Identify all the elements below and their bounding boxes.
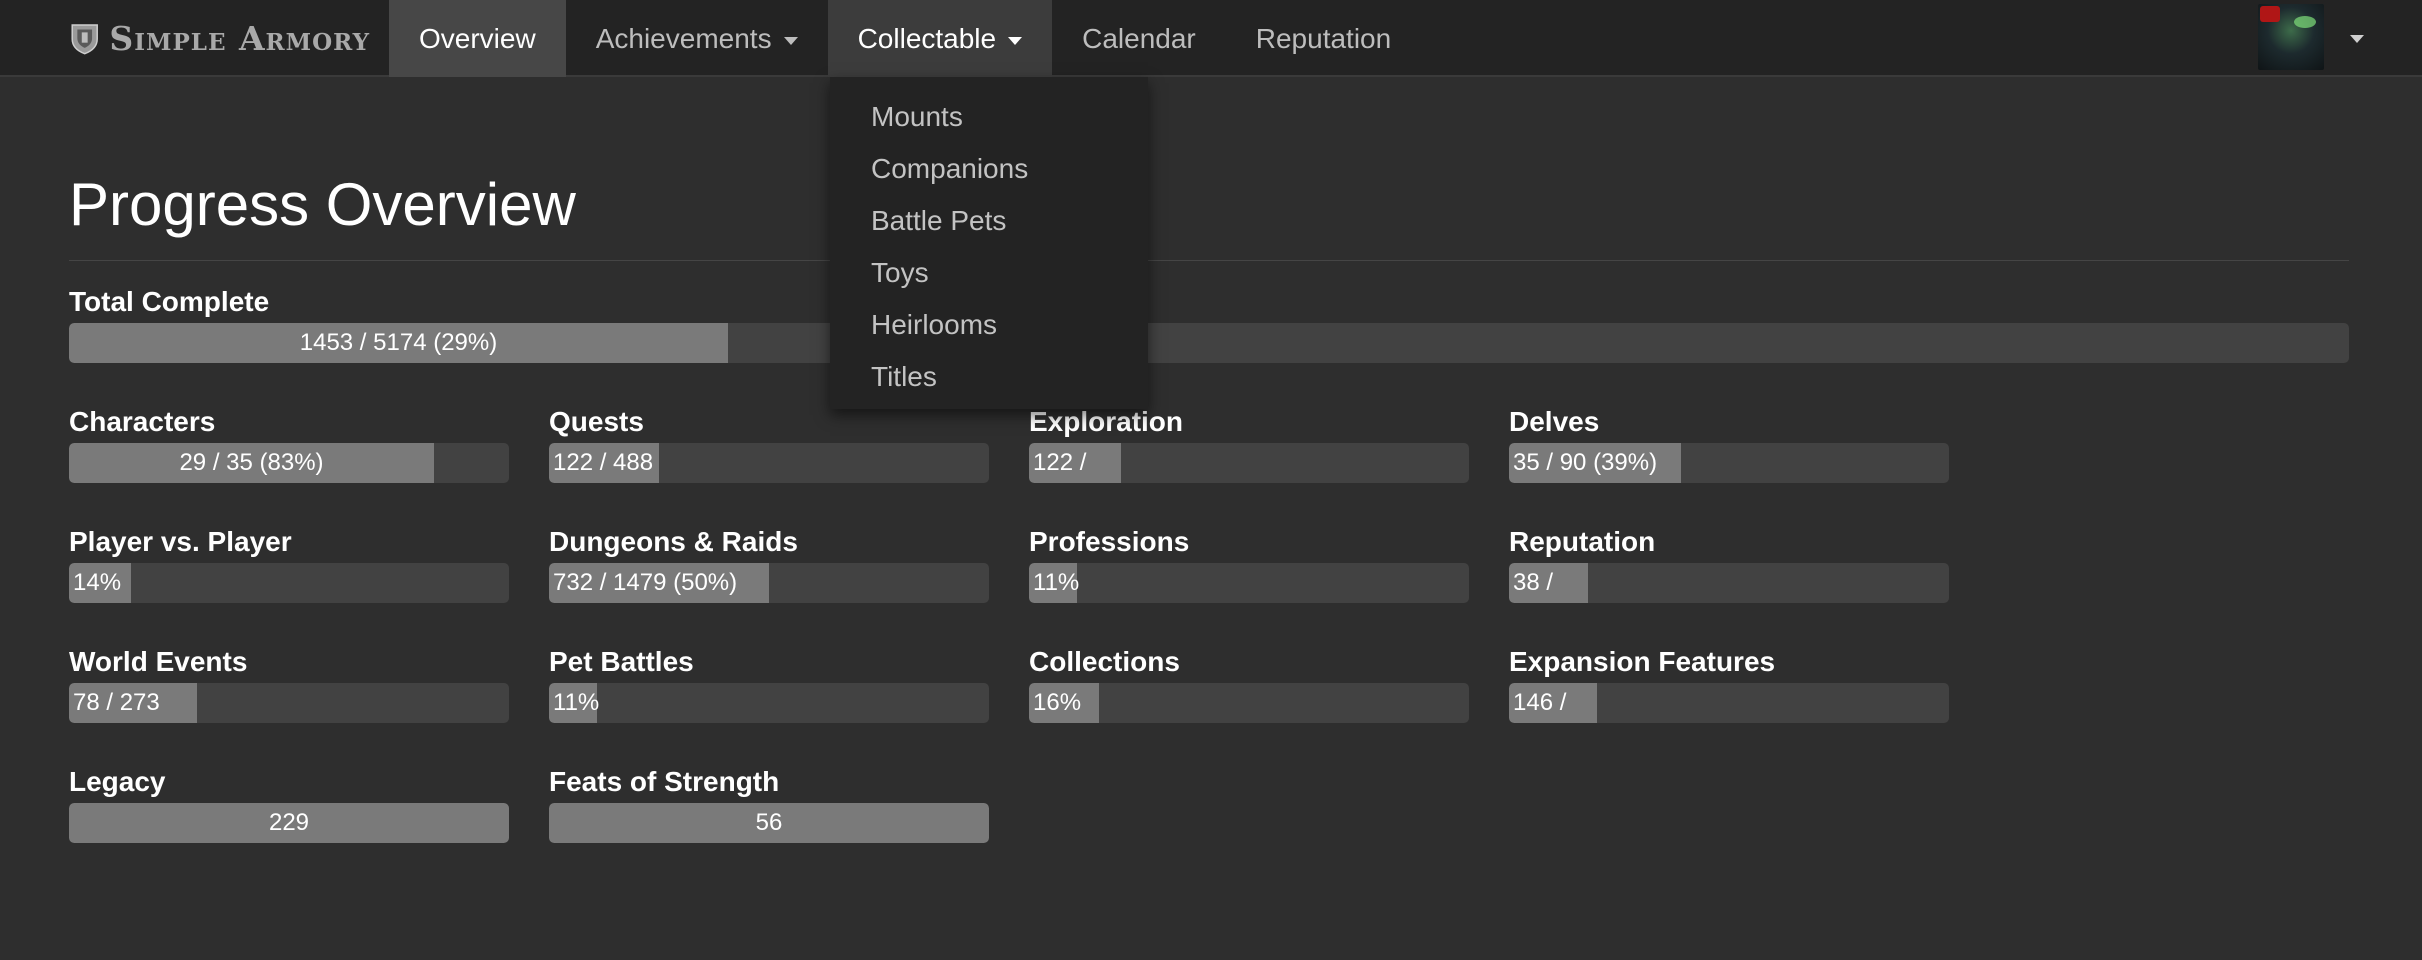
stat-label-characters: Characters — [69, 406, 216, 437]
nav-item-overview[interactable]: Overview — [389, 0, 566, 77]
progress-text: 14% — [73, 569, 122, 596]
progress-text: 11% — [1033, 569, 1080, 596]
total-complete-label: Total Complete — [69, 286, 270, 317]
nav-item-collectable[interactable]: Collectable — [827, 0, 1053, 77]
progress-text: 35 / 90 (39%) — [1513, 449, 1658, 476]
progress-text: 1453 / 5174 (29%) — [299, 329, 498, 356]
stat-label-feats-of-strength: Feats of Strength — [549, 766, 780, 797]
progress-text: 732 / 1479 (50%) — [553, 569, 738, 596]
nav-label: Collectable — [857, 22, 997, 54]
progress-text: 146 / — [1513, 689, 1567, 716]
progress-bar-world-events[interactable]: 78 / 273 — [69, 683, 509, 723]
dropdown-item-heirlooms[interactable]: Heirlooms — [830, 299, 1148, 351]
nav-item-achievements[interactable]: Achievements — [566, 0, 828, 77]
progress-bar-legacy[interactable]: 229 — [69, 803, 509, 843]
progress-text: 78 / 273 — [73, 689, 160, 716]
progress-bar-collections[interactable]: 16% — [1029, 683, 1469, 723]
progress-bar-pet-battles[interactable]: 11% — [549, 683, 989, 723]
progress-text: 11% — [553, 689, 600, 716]
progress-bar-player-vs-player[interactable]: 14% — [69, 563, 509, 603]
total-complete-progress-bar[interactable]: 1453 / 5174 (29%) — [69, 323, 2349, 363]
stat-label-dungeons-and-raids: Dungeons & Raids — [549, 526, 798, 557]
dropdown-item-battle-pets[interactable]: Battle Pets — [830, 195, 1148, 247]
nav-label: Achievements — [595, 22, 772, 54]
stat-label-world-events: World Events — [69, 646, 248, 677]
shield-icon — [71, 23, 98, 54]
progress-text: 29 / 35 (83%) — [179, 449, 324, 476]
progress-bar-dungeons-and-raids[interactable]: 732 / 1479 (50%) — [549, 563, 989, 603]
stat-label-pet-battles: Pet Battles — [549, 646, 694, 677]
stat-label-expansion-features: Expansion Features — [1509, 646, 1776, 677]
nav-label: Overview — [419, 22, 536, 54]
stat-label-legacy: Legacy — [69, 766, 166, 797]
nav-label: Reputation — [1255, 22, 1392, 54]
progress-bar-characters[interactable]: 29 / 35 (83%) — [69, 443, 509, 483]
progress-text: 229 — [268, 809, 310, 836]
progress-text: 122 / — [1033, 449, 1087, 476]
brand-name: Simple Armory — [109, 19, 370, 58]
stat-label-delves: Delves — [1509, 406, 1600, 437]
dropdown-item-toys[interactable]: Toys — [830, 247, 1148, 299]
dropdown-item-titles[interactable]: Titles — [830, 351, 1148, 403]
caret-down-icon — [2350, 35, 2364, 43]
stat-label-collections: Collections — [1029, 646, 1180, 677]
progress-bar-exploration[interactable]: 122 / — [1029, 443, 1469, 483]
progress-text: 38 / — [1513, 569, 1554, 596]
collectable-dropdown-menu: Mounts Companions Battle Pets Toys Heirl… — [830, 77, 1148, 409]
stat-label-player-vs-player: Player vs. Player — [69, 526, 292, 557]
stat-label-professions: Professions — [1029, 526, 1190, 557]
stat-label-exploration: Exploration — [1029, 406, 1184, 437]
progress-bar-feats-of-strength[interactable]: 56 — [549, 803, 989, 843]
progress-bar-expansion-features[interactable]: 146 / — [1509, 683, 1949, 723]
nav-item-reputation[interactable]: Reputation — [1226, 0, 1421, 77]
dropdown-item-mounts[interactable]: Mounts — [830, 91, 1148, 143]
progress-bar-reputation[interactable]: 38 / — [1509, 563, 1949, 603]
progress-bar-delves[interactable]: 35 / 90 (39%) — [1509, 443, 1949, 483]
progress-text: 16% — [1033, 689, 1082, 716]
divider — [69, 260, 2349, 261]
top-navbar: Simple Armory Overview Achievements Coll… — [0, 0, 2422, 77]
page-title: Progress Overview — [69, 171, 576, 238]
main-nav: Overview Achievements Collectable Calend… — [389, 0, 1421, 77]
avatar — [2258, 4, 2324, 70]
brand-logo[interactable]: Simple Armory — [70, 0, 370, 77]
progress-bar-quests[interactable]: 122 / 488 — [549, 443, 989, 483]
nav-label: Calendar — [1082, 22, 1196, 54]
progress-bar-professions[interactable]: 11% — [1029, 563, 1469, 603]
dropdown-item-companions[interactable]: Companions — [830, 143, 1148, 195]
caret-down-icon — [783, 36, 798, 45]
stat-label-quests: Quests — [549, 406, 644, 437]
stat-label-reputation: Reputation — [1509, 526, 1656, 557]
progress-text: 56 — [755, 809, 783, 836]
nav-item-calendar[interactable]: Calendar — [1052, 0, 1226, 77]
caret-down-icon — [1008, 36, 1023, 45]
progress-text: 122 / 488 — [553, 449, 654, 476]
user-menu[interactable] — [2258, 2, 2364, 72]
